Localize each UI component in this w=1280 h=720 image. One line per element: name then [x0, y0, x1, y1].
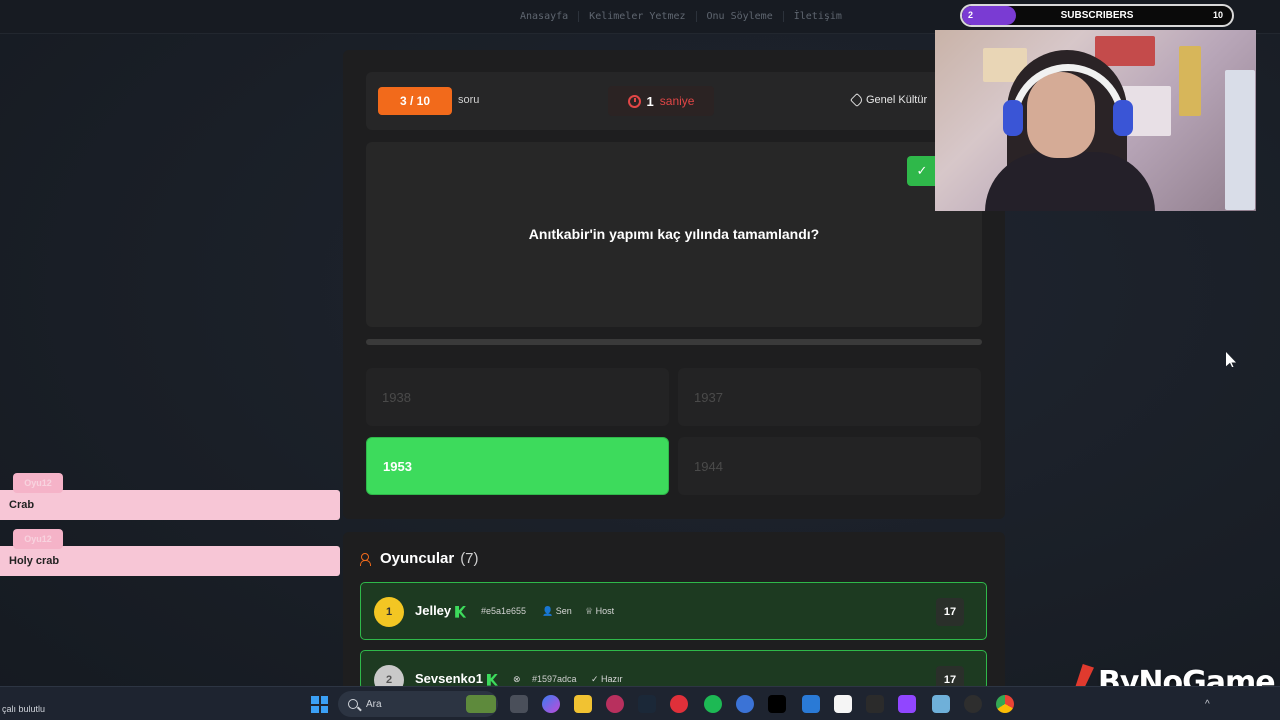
- timer: 1 saniye: [608, 86, 714, 116]
- search-icon: [348, 699, 358, 709]
- kick-icon: [455, 605, 467, 618]
- vscode-icon[interactable]: [802, 695, 820, 713]
- chat-message-text: Holy crab: [9, 555, 60, 567]
- player-score: 17: [936, 598, 964, 626]
- chat-username-badge: Oyu12: [13, 529, 63, 549]
- category-label: Genel Kültür: [849, 92, 928, 108]
- rank-badge: 1: [374, 597, 404, 627]
- copilot-icon[interactable]: [542, 695, 560, 713]
- chat-message: Crab: [0, 490, 340, 520]
- steam-icon[interactable]: [638, 695, 656, 713]
- chat-username-badge: Oyu12: [13, 473, 63, 493]
- player-tag-ready: ✓ Hazır: [591, 674, 623, 684]
- nav-link-kelimeler[interactable]: Kelimeler Yetmez: [579, 11, 697, 22]
- taskbar-search-placeholder: Ara: [366, 698, 382, 710]
- answer-option-correct[interactable]: 1953: [366, 437, 669, 495]
- app-light-icon[interactable]: [932, 695, 950, 713]
- subscriber-goal: 10: [1212, 10, 1223, 20]
- players-count: (7): [460, 550, 479, 567]
- player-row: 1 Jelley #e5a1e655 👤 Sen ♕ Host 17: [360, 582, 987, 640]
- player-name: Jelley: [415, 603, 467, 618]
- nav-link-onu-soyleme[interactable]: Onu Söyleme: [697, 11, 784, 22]
- chrome-icon[interactable]: [996, 695, 1014, 713]
- subscriber-goal-bar: 2 SUBSCRIBERS 10: [960, 4, 1234, 27]
- timer-unit: saniye: [659, 94, 695, 108]
- file-explorer-icon[interactable]: [574, 695, 592, 713]
- player-tag-host: ♕ Host: [585, 606, 615, 616]
- player-hash: #1597adca: [532, 674, 577, 684]
- subscriber-label: SUBSCRIBERS: [1060, 10, 1134, 21]
- chat-message: Holy crab: [0, 546, 340, 576]
- nav-links: Anasayfa Kelimeler Yetmez Onu Söyleme İl…: [510, 11, 852, 22]
- answer-option[interactable]: 1944: [678, 437, 981, 495]
- app-blue-icon[interactable]: [736, 695, 754, 713]
- webcam-feed: [935, 30, 1256, 211]
- players-title-text: Oyuncular: [380, 550, 455, 567]
- player-hash: #e5a1e655: [481, 606, 527, 616]
- wall-poster: [1095, 36, 1155, 66]
- player-row: 2 Sevsenko1 ⊗ #1597adca ✓ Hazır 17: [360, 650, 987, 695]
- player-name-text: Sevsenko1: [415, 671, 483, 686]
- search-highlight-icon: [466, 695, 496, 713]
- question-text: Anıtkabir'in yapımı kaç yılında tamamlan…: [528, 226, 820, 242]
- question-counter-badge: 3 / 10: [378, 87, 452, 115]
- category-text: Genel Kültür: [866, 94, 928, 106]
- player-tag-you: 👤 Sen: [542, 606, 572, 616]
- app-dark-icon[interactable]: [964, 695, 982, 713]
- kick-icon: [486, 673, 498, 686]
- answer-option[interactable]: 1938: [366, 368, 669, 426]
- kick-player-icon[interactable]: ⊗: [513, 674, 521, 685]
- weather-widget[interactable]: çalı bulutlu: [2, 704, 45, 714]
- nav-link-home[interactable]: Anasayfa: [510, 11, 580, 22]
- player-name-text: Jelley: [415, 603, 452, 618]
- mouse-cursor-icon: [1226, 352, 1236, 367]
- users-icon: [360, 552, 374, 566]
- answer-option[interactable]: 1937: [678, 368, 981, 426]
- app-red-icon[interactable]: [670, 695, 688, 713]
- windows-start-icon[interactable]: [311, 696, 328, 713]
- player-tag-you-text: Sen: [555, 606, 572, 616]
- clock-icon: [627, 94, 641, 108]
- taskbar: çalı bulutlu Ara ^: [0, 686, 1280, 720]
- player-tag-ready-text: Hazır: [601, 674, 623, 684]
- jetbrains-icon[interactable]: [768, 695, 786, 713]
- player-name: Sevsenko1: [415, 671, 498, 686]
- tag-icon: [849, 92, 865, 108]
- chat-message-text: Crab: [9, 499, 35, 511]
- shelf: [1225, 70, 1255, 210]
- check-button[interactable]: ✓: [907, 156, 937, 186]
- player-tag-host-text: Host: [595, 606, 615, 616]
- players-title: Oyuncular (7): [360, 550, 479, 567]
- wall-poster: [1179, 46, 1201, 116]
- question-counter-label: soru: [458, 94, 480, 106]
- timer-value: 1: [646, 93, 654, 109]
- headset-ear-left: [1003, 100, 1023, 136]
- notion-icon[interactable]: [834, 695, 852, 713]
- task-view-icon[interactable]: [510, 695, 528, 713]
- spotify-icon[interactable]: [704, 695, 722, 713]
- twitch-icon[interactable]: [898, 695, 916, 713]
- time-progress-bar: [366, 339, 982, 345]
- headset-ear-right: [1113, 100, 1133, 136]
- tray-chevron-up-icon[interactable]: ^: [1205, 699, 1210, 710]
- obs-icon[interactable]: [606, 695, 624, 713]
- nav-link-contact[interactable]: İletişim: [784, 11, 852, 22]
- epic-games-icon[interactable]: [866, 695, 884, 713]
